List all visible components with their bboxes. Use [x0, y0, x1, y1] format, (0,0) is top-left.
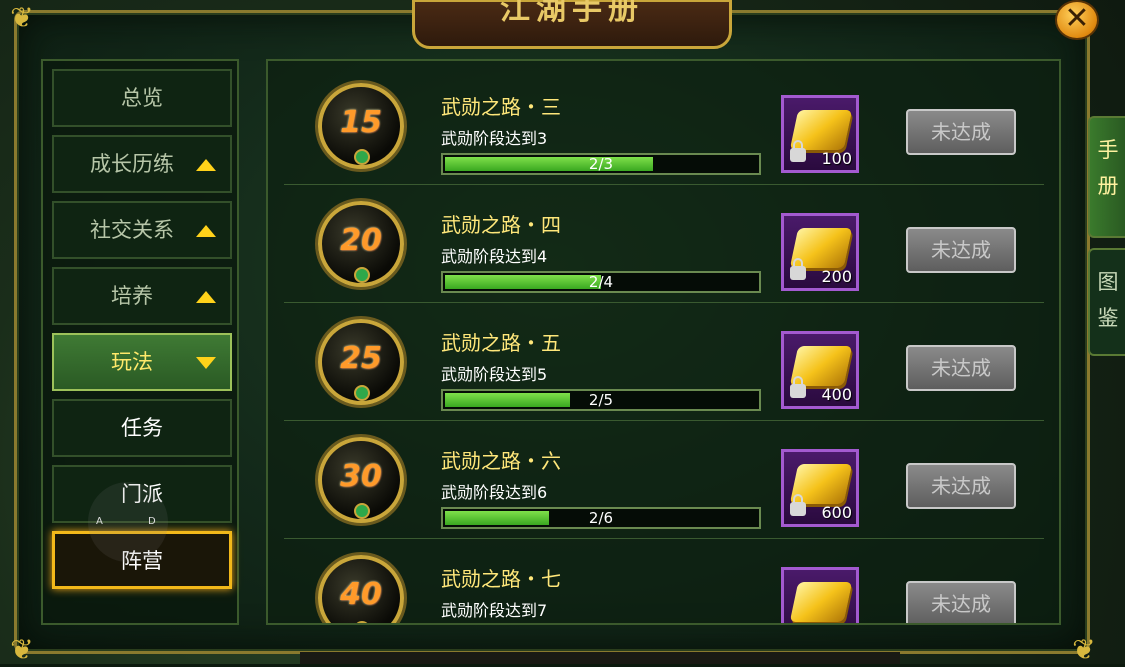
sidebar-item-gameplay[interactable]: 玩法: [52, 333, 232, 391]
sidebar-item-label: 社交关系: [90, 218, 174, 242]
sidebar-item-label: 成长历练: [90, 152, 174, 176]
not-achieved-button[interactable]: 未达成: [906, 581, 1016, 623]
reward-amount: 200: [821, 267, 852, 286]
achievement-row: 25 武勋之路・五 武勋阶段达到5 2/5 400 未达成: [284, 303, 1044, 421]
reward-item[interactable]: 200: [781, 213, 859, 291]
bottom-hud-strip: [300, 652, 900, 664]
corner-ornament-top-left: ❦: [10, 1, 34, 34]
close-icon: ✕: [1064, 1, 1090, 36]
level-number: 15: [340, 105, 382, 140]
tab-codex[interactable]: 图鉴: [1088, 248, 1125, 356]
lock-icon: [790, 258, 806, 280]
tab-label: 图鉴: [1097, 270, 1119, 330]
achievement-desc: 武勋阶段达到4: [441, 247, 548, 266]
achievement-desc: 武勋阶段达到7: [441, 601, 548, 620]
corner-ornament-bottom-right: ❦: [1072, 633, 1096, 666]
progress-text: 2/3: [588, 155, 614, 173]
achievement-title: 武勋之路・三: [441, 95, 561, 119]
gem-icon: [354, 621, 370, 623]
achievement-row: 30 武勋之路・六 武勋阶段达到6 2/6 600 未达成: [284, 421, 1044, 539]
achievement-desc: 武勋阶段达到3: [441, 129, 548, 148]
progress-bar: 2/3: [441, 153, 761, 175]
achievement-title: 武勋之路・五: [441, 331, 561, 355]
gem-icon: [354, 267, 370, 283]
not-achieved-button[interactable]: 未达成: [906, 109, 1016, 155]
sidebar-subitem-quest[interactable]: 任务: [52, 399, 232, 457]
achievement-desc: 武勋阶段达到6: [441, 483, 548, 502]
reward-item[interactable]: 400: [781, 331, 859, 409]
level-medal: 20: [318, 201, 404, 287]
joystick-left-key: A: [96, 516, 103, 527]
reward-amount: 400: [821, 385, 852, 404]
achievement-list[interactable]: 15 武勋之路・三 武勋阶段达到3 2/3 100 未达成 20 武勋之路・四 …: [266, 59, 1061, 625]
lock-icon: [790, 494, 806, 516]
title-plate: 江湖手册: [412, 0, 732, 49]
progress-bar: 2/6: [441, 507, 761, 529]
sidebar-item-label: 培养: [111, 284, 153, 308]
lock-icon: [790, 376, 806, 398]
level-number: 25: [340, 341, 382, 376]
achievement-title: 武勋之路・六: [441, 449, 561, 473]
gold-ingot-icon: [789, 582, 853, 622]
achievement-row: 40 武勋之路・七 武勋阶段达到7 未达成: [284, 539, 1044, 623]
progress-text: 2/4: [588, 273, 614, 291]
level-medal: 30: [318, 437, 404, 523]
corner-ornament-bottom-left: ❦: [10, 633, 34, 666]
not-achieved-button[interactable]: 未达成: [906, 227, 1016, 273]
progress-bar: 2/4: [441, 271, 761, 293]
gem-icon: [354, 385, 370, 401]
level-number: 40: [340, 577, 382, 612]
level-medal: 25: [318, 319, 404, 405]
virtual-joystick[interactable]: A D: [88, 482, 168, 562]
achievement-title: 武勋之路・七: [441, 567, 561, 591]
progress-bar: 2/5: [441, 389, 761, 411]
tab-label: 手册: [1097, 138, 1119, 198]
level-number: 20: [340, 223, 382, 258]
level-medal: 15: [318, 83, 404, 169]
lock-icon: [790, 140, 806, 162]
achievement-title: 武勋之路・四: [441, 213, 561, 237]
sidebar-item-label: 任务: [121, 416, 163, 440]
sidebar-item-social[interactable]: 社交关系: [52, 201, 232, 259]
tab-handbook[interactable]: 手册: [1088, 116, 1125, 238]
not-achieved-button[interactable]: 未达成: [906, 463, 1016, 509]
not-achieved-button[interactable]: 未达成: [906, 345, 1016, 391]
expand-up-icon: [196, 159, 216, 171]
achievement-row: 20 武勋之路・四 武勋阶段达到4 2/4 200 未达成: [284, 185, 1044, 303]
progress-text: 2/6: [588, 509, 614, 527]
level-medal: 40: [318, 555, 404, 623]
progress-text: 2/5: [588, 391, 614, 409]
sidebar-item-label: 总览: [121, 86, 163, 110]
reward-item[interactable]: [781, 567, 859, 623]
reward-item[interactable]: 600: [781, 449, 859, 527]
gem-icon: [354, 149, 370, 165]
window-title: 江湖手册: [500, 0, 644, 27]
expand-down-icon: [196, 357, 216, 369]
close-button[interactable]: ✕: [1055, 0, 1099, 40]
joystick-right-key: D: [148, 516, 156, 527]
expand-up-icon: [196, 225, 216, 237]
achievement-row: 15 武勋之路・三 武勋阶段达到3 2/3 100 未达成: [284, 67, 1044, 185]
sidebar-item-growth[interactable]: 成长历练: [52, 135, 232, 193]
reward-amount: 100: [821, 149, 852, 168]
expand-up-icon: [196, 291, 216, 303]
sidebar-item-label: 玩法: [111, 350, 153, 374]
sidebar-item-overview[interactable]: 总览: [52, 69, 232, 127]
sidebar-item-cultivate[interactable]: 培养: [52, 267, 232, 325]
level-number: 30: [340, 459, 382, 494]
achievement-desc: 武勋阶段达到5: [441, 365, 548, 384]
gem-icon: [354, 503, 370, 519]
reward-item[interactable]: 100: [781, 95, 859, 173]
reward-amount: 600: [821, 503, 852, 522]
